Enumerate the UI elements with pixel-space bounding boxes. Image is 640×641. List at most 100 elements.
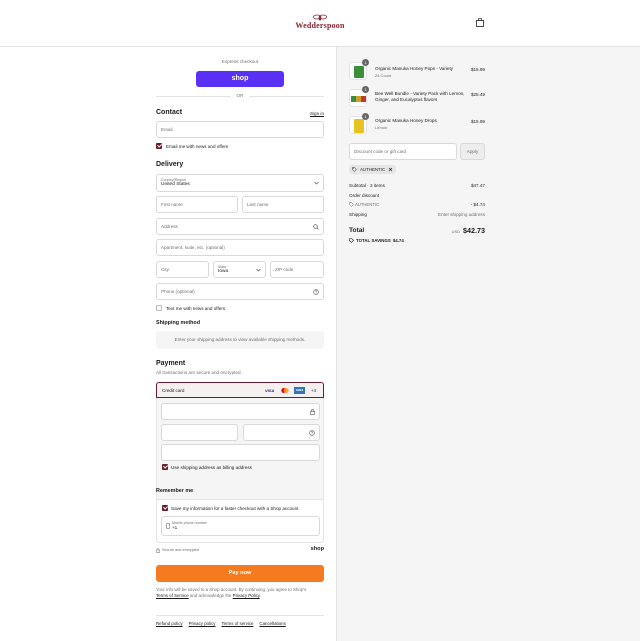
- legal-line: Your info will be saved to a Shop accoun…: [156, 587, 307, 592]
- phone-field[interactable]: Phone (optional): [156, 283, 324, 300]
- save-info-label: Save my information for a faster checkou…: [171, 505, 299, 511]
- discount-placeholder: Discount code or gift card: [354, 149, 407, 154]
- terms-of-service-link[interactable]: Terms of service: [221, 621, 253, 626]
- zip-field[interactable]: ZIP code: [270, 261, 324, 278]
- last-name-placeholder: Last name: [247, 202, 269, 207]
- phone-icon: [166, 523, 170, 529]
- expiry-field[interactable]: [161, 424, 238, 441]
- zip-placeholder: ZIP code: [275, 267, 294, 272]
- payment-subtitle: All transactions are secure and encrypte…: [156, 370, 242, 375]
- discount-code-field[interactable]: Discount code or gift card: [349, 143, 457, 160]
- savings-value: $4.74: [392, 238, 404, 243]
- phone-placeholder: Phone (optional): [161, 289, 195, 294]
- remember-me-heading: Remember me: [156, 488, 194, 494]
- city-placeholder: City: [161, 267, 169, 272]
- search-icon: [313, 224, 319, 230]
- country-select[interactable]: Country/Region United States: [156, 174, 324, 192]
- site-header: Wedderspoon: [0, 0, 640, 47]
- total-savings: TOTAL SAVINGS $4.74: [349, 238, 404, 243]
- footer-divider: [156, 615, 324, 616]
- city-field[interactable]: City: [156, 261, 209, 278]
- email-field[interactable]: Email: [156, 121, 324, 138]
- apartment-field[interactable]: Apartment, suite, etc. (optional): [156, 239, 324, 256]
- help-icon[interactable]: [313, 289, 319, 295]
- email-placeholder: Email: [161, 127, 173, 132]
- order-summary: 1 Organic Manuka Honey Pops - Variety 24…: [349, 59, 485, 260]
- applied-discount-chip: AUTHENTIC: [349, 165, 397, 174]
- mastercard-icon: [281, 388, 289, 393]
- discount-value: - $4.74: [470, 202, 485, 207]
- product-image: [354, 66, 364, 78]
- address-field[interactable]: Address: [156, 218, 324, 235]
- legal-and: and acknowledge the: [189, 593, 232, 599]
- apply-button[interactable]: Apply: [460, 143, 485, 160]
- help-icon[interactable]: [309, 430, 315, 436]
- discount-code-label: AUTHENTIC: [355, 202, 379, 207]
- lock-icon: [156, 548, 160, 553]
- tag-icon: [349, 238, 354, 243]
- apartment-placeholder: Apartment, suite, etc. (optional): [161, 245, 225, 250]
- product-image: [354, 119, 364, 133]
- name-on-card-field[interactable]: [161, 444, 320, 461]
- pay-now-button[interactable]: Pay now: [156, 565, 324, 582]
- product-variant: Lemon: [375, 125, 388, 130]
- email-optin-label: Email me with news and offers: [166, 143, 229, 149]
- delivery-heading: Delivery: [156, 161, 184, 168]
- mobile-phone-prefix: +1: [172, 525, 178, 530]
- or-divider: OR: [156, 93, 324, 99]
- billing-same-checkbox[interactable]: [162, 464, 168, 470]
- refund-policy-link[interactable]: Refund policy: [156, 621, 183, 626]
- cancellations-link[interactable]: Cancellations: [259, 621, 285, 626]
- lock-icon: [310, 409, 315, 415]
- order-discount-label: Order discount: [349, 193, 380, 198]
- save-info-checkbox[interactable]: [162, 505, 168, 511]
- product-image: [361, 96, 366, 102]
- shop-logo: shop: [310, 546, 324, 552]
- first-name-field[interactable]: First name: [156, 196, 238, 213]
- quantity-badge: 1: [362, 86, 369, 93]
- state-value: Iowa: [218, 269, 229, 274]
- contact-heading: Contact: [156, 109, 183, 116]
- shipping-heading: Shipping method: [156, 320, 201, 326]
- tag-icon: [352, 167, 357, 172]
- credit-card-label: Credit card: [162, 388, 185, 393]
- payment-heading: Payment: [156, 360, 186, 367]
- legal-text: Your info will be saved to a Shop accoun…: [156, 587, 324, 600]
- sign-in-link[interactable]: Sign in: [310, 111, 324, 116]
- subtotal-label: Subtotal · 3 items: [349, 183, 385, 188]
- product-name: Bee Well Bundle - Variety Pack with Lemo…: [375, 91, 465, 103]
- amex-icon: AMEX: [294, 386, 305, 394]
- total-value: $42.73: [463, 226, 485, 235]
- total-amount: USD $42.73: [452, 226, 485, 235]
- product-price: $25.49: [470, 92, 485, 97]
- first-name-placeholder: First name: [161, 202, 183, 207]
- privacy-policy-link[interactable]: Privacy policy: [189, 621, 216, 626]
- bag-icon[interactable]: [476, 18, 484, 27]
- currency-code: USD: [451, 229, 461, 234]
- brand-logo[interactable]: Wedderspoon: [291, 14, 349, 30]
- chevron-down-icon: [314, 181, 319, 185]
- mobile-phone-field[interactable]: Mobile phone number +1: [161, 516, 320, 536]
- close-icon[interactable]: [388, 167, 393, 172]
- applied-code: AUTHENTIC: [360, 167, 386, 172]
- card-number-field[interactable]: [161, 403, 320, 420]
- product-thumbnail: 1: [349, 113, 369, 134]
- state-select[interactable]: State Iowa: [213, 261, 266, 278]
- email-optin-checkbox[interactable]: [156, 143, 162, 149]
- terms-link[interactable]: Terms of Service: [156, 593, 189, 598]
- last-name-field[interactable]: Last name: [242, 196, 324, 213]
- product-price: $15.99: [470, 67, 485, 72]
- quantity-badge: 1: [362, 59, 369, 66]
- shipping-value: Enter shipping address: [438, 212, 485, 217]
- text-optin-checkbox[interactable]: [156, 305, 162, 311]
- product-variant: 24 Count: [375, 73, 392, 78]
- shop-pay-button[interactable]: shop: [196, 71, 284, 87]
- security-code-field[interactable]: [243, 424, 320, 441]
- text-optin-label: Text me with news and offers: [166, 305, 226, 311]
- privacy-link[interactable]: Privacy Policy: [233, 593, 260, 598]
- credit-card-option[interactable]: Credit card VISA AMEX +4: [156, 382, 324, 398]
- footer-links: Refund policy Privacy policy Terms of se…: [156, 621, 324, 626]
- product-thumbnail: 1: [349, 59, 369, 80]
- divider-line: [249, 96, 324, 97]
- remember-me-box: Save my information for a faster checkou…: [156, 499, 324, 543]
